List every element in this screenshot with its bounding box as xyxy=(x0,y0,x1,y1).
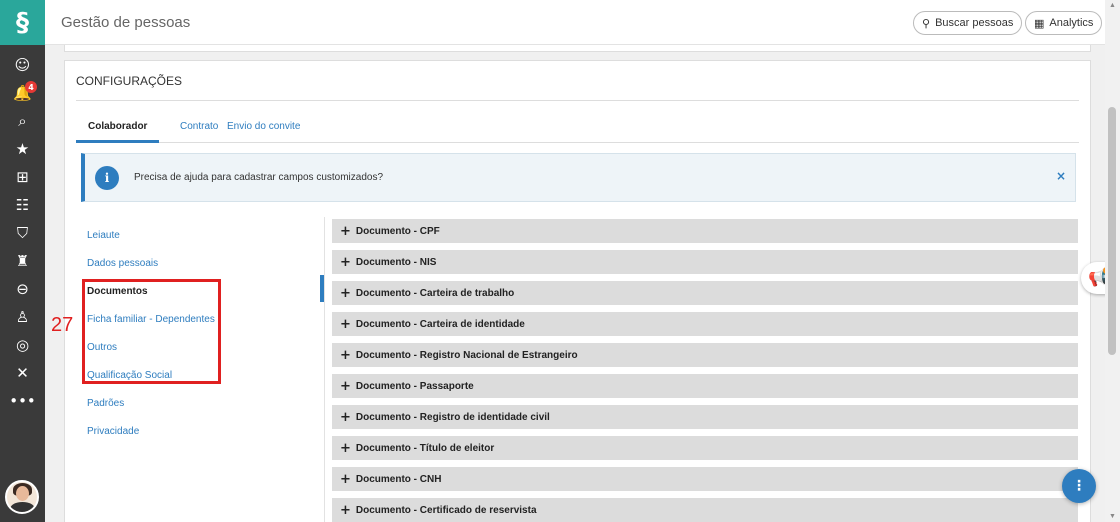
target-icon[interactable]: ◎ xyxy=(0,331,45,359)
document-label: Documento - Carteira de identidade xyxy=(355,318,525,330)
document-row[interactable]: + Documento - NIS xyxy=(332,250,1078,274)
annotation-number: 27 xyxy=(51,314,74,336)
document-label: Documento - CNH xyxy=(355,473,442,485)
document-row[interactable]: + Documento - Carteira de trabalho xyxy=(332,281,1078,305)
team-icon[interactable]: ♜ xyxy=(0,247,45,275)
brand-logo[interactable]: § xyxy=(0,0,45,45)
plus-icon: + xyxy=(340,316,351,332)
plus-icon: + xyxy=(340,440,351,456)
org-chart-icon[interactable]: ⊞ xyxy=(0,163,45,191)
search-people-button[interactable]: ⚲ Buscar pessoas xyxy=(913,11,1023,35)
column-divider xyxy=(324,217,325,522)
analytics-label: Analytics xyxy=(1049,17,1094,29)
plus-icon: + xyxy=(340,378,351,394)
scrollbar[interactable]: ▲ ▼ xyxy=(1105,0,1120,522)
plus-icon: + xyxy=(340,347,351,363)
alert-text: Precisa de ajuda para cadastrar campos c… xyxy=(134,172,384,183)
document-label: Documento - Registro de identidade civil xyxy=(355,411,550,423)
person-chart-icon[interactable]: ♙ xyxy=(0,303,45,331)
analytics-button[interactable]: ▦ Analytics xyxy=(1025,11,1103,35)
scroll-up-icon[interactable]: ▲ xyxy=(1109,2,1116,9)
plus-icon: + xyxy=(340,223,351,239)
document-label: Documento - Registro Nacional de Estrang… xyxy=(355,349,578,361)
document-row[interactable]: + Documento - CPF xyxy=(332,219,1078,243)
document-row[interactable]: + Documento - Carteira de identidade xyxy=(332,312,1078,336)
document-row[interactable]: + Documento - Passaporte xyxy=(332,374,1078,398)
profile-icon[interactable]: ☺ xyxy=(0,51,45,79)
help-alert: i Precisa de ajuda para cadastrar campos… xyxy=(81,153,1076,202)
document-label: Documento - Título de eleitor xyxy=(355,442,495,454)
avatar[interactable] xyxy=(5,480,39,514)
document-label: Documento - Carteira de trabalho xyxy=(355,287,515,299)
document-row[interactable]: + Documento - Registro de identidade civi… xyxy=(332,405,1078,429)
top-card-edge xyxy=(64,45,1091,52)
more-actions-button[interactable]: ⋮ xyxy=(1062,469,1096,503)
page-title: Gestão de pessoas xyxy=(61,14,191,31)
search-icon: ⚲ xyxy=(922,16,931,30)
tab-envio-convite[interactable]: Envio do convite xyxy=(227,121,300,141)
scrollbar-thumb[interactable] xyxy=(1108,107,1116,355)
document-label: Documento - CPF xyxy=(355,225,440,237)
plus-icon: + xyxy=(340,409,351,425)
divider xyxy=(76,100,1079,101)
search-people-label: Buscar pessoas xyxy=(935,17,1014,29)
document-row[interactable]: + Documento - Certificado de reservista xyxy=(332,498,1078,522)
section-title: CONFIGURAÇÕES xyxy=(76,74,183,88)
document-label: Documento - NIS xyxy=(355,256,437,268)
x-icon[interactable]: ✕ xyxy=(0,359,45,387)
left-rail: § ☺ 🔔 4 ⌕ ★ ⊞ ☷ ⛉ ♜ ⊖ ♙ ◎ ✕ ••• xyxy=(0,0,45,522)
star-icon[interactable]: ★ xyxy=(0,135,45,163)
document-list: + Documento - CPF + Documento - NIS + Docum… xyxy=(332,219,1078,522)
lock-icon[interactable]: ⊖ xyxy=(0,275,45,303)
tab-colaborador[interactable]: Colaborador xyxy=(76,121,160,143)
menu-item-privacidade[interactable]: Privacidade xyxy=(87,417,323,445)
shield-icon[interactable]: ⛉ xyxy=(0,219,45,247)
info-icon: i xyxy=(95,165,119,190)
plus-icon: + xyxy=(340,285,351,301)
more-icon[interactable]: ••• xyxy=(0,387,45,415)
notification-badge: 4 xyxy=(25,81,37,93)
document-row[interactable]: + Documento - CNH xyxy=(332,467,1078,491)
plus-icon: + xyxy=(340,502,351,518)
menu-item-leiaute[interactable]: Leiaute xyxy=(87,221,323,249)
scroll-down-icon[interactable]: ▼ xyxy=(1109,513,1116,520)
document-label: Documento - Passaporte xyxy=(355,380,474,392)
plus-icon: + xyxy=(340,254,351,270)
grid-icon: ▦ xyxy=(1034,16,1045,30)
menu-item-padroes[interactable]: Padrões xyxy=(87,389,323,417)
document-row[interactable]: + Documento - Registro Nacional de Estran… xyxy=(332,343,1078,367)
close-icon[interactable]: × xyxy=(1056,169,1066,183)
header: Gestão de pessoas ⚲ Buscar pessoas ▦ Ana… xyxy=(45,0,1105,45)
document-label: Documento - Certificado de reservista xyxy=(355,504,537,516)
annotation-box xyxy=(82,279,221,384)
plus-icon: + xyxy=(340,471,351,487)
menu-item-dados-pessoais[interactable]: Dados pessoais xyxy=(87,249,323,277)
people-icon[interactable]: ☷ xyxy=(0,191,45,219)
tab-contrato[interactable]: Contrato xyxy=(180,121,218,141)
notifications-icon[interactable]: 🔔 4 xyxy=(0,79,45,107)
search-icon[interactable]: ⌕ xyxy=(0,107,45,135)
document-row[interactable]: + Documento - Título de eleitor xyxy=(332,436,1078,460)
tab-bar: Colaborador Contrato Envio do convite xyxy=(76,116,1079,143)
active-item-marker xyxy=(320,275,324,302)
